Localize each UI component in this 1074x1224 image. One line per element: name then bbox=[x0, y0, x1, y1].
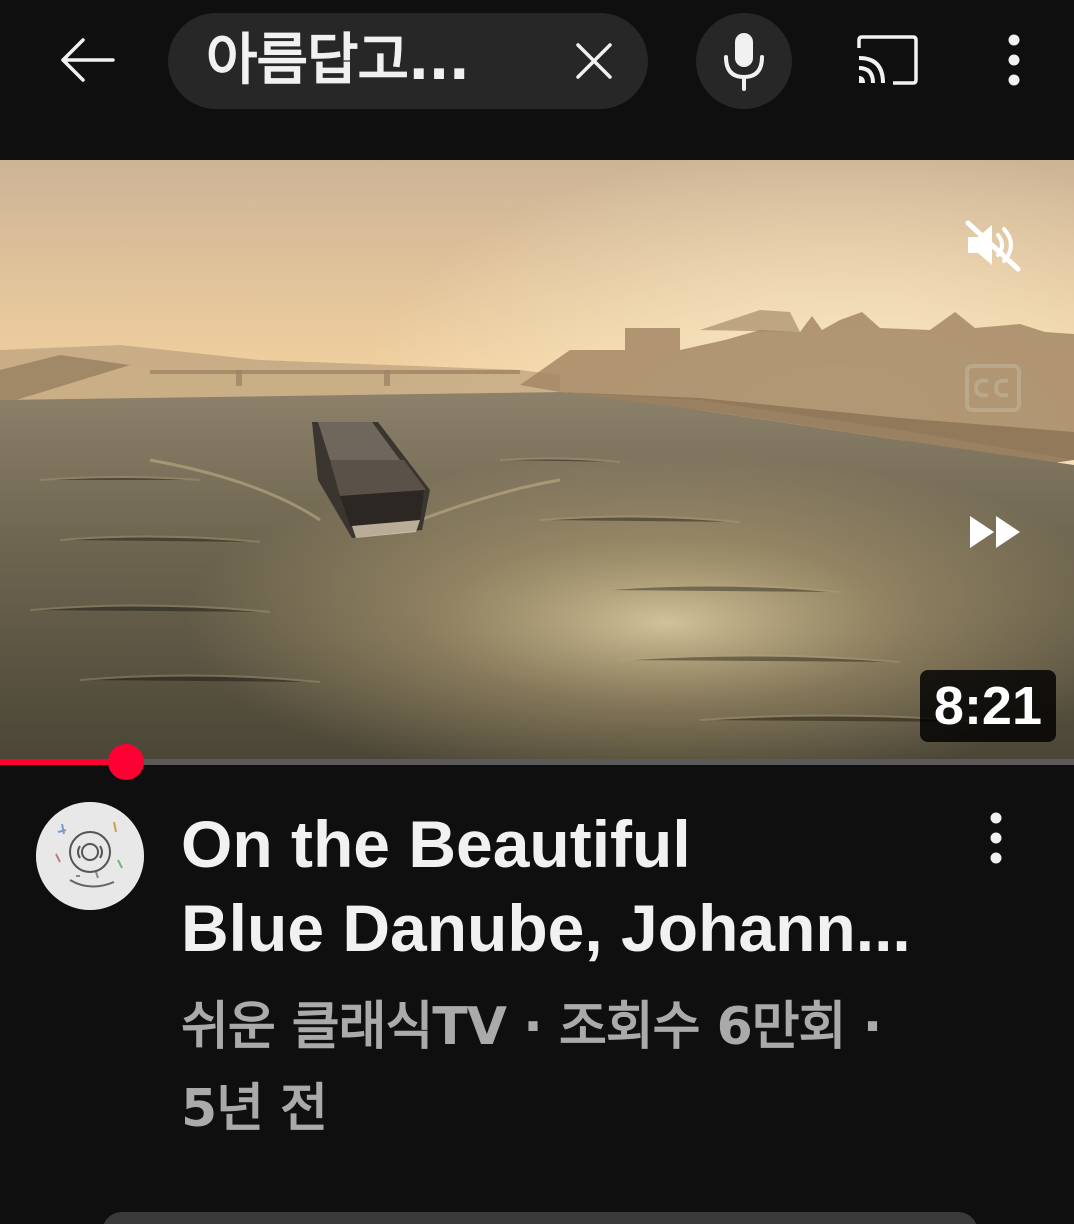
more-vertical-icon bbox=[990, 812, 1002, 864]
fast-forward-button[interactable] bbox=[962, 508, 1028, 556]
search-box[interactable]: 아름답고... bbox=[168, 13, 648, 109]
fast-forward-icon bbox=[970, 516, 1020, 548]
video-duration-badge: 8:21 bbox=[919, 670, 1056, 742]
top-app-bar: 아름답고... bbox=[0, 0, 1074, 130]
video-title[interactable]: On the Beautiful Blue Danube, Johann... bbox=[181, 802, 941, 970]
closed-captions-icon bbox=[965, 364, 1021, 412]
youtube-search-results: 아름답고... 8:21 On the Beautiful Blue Danub… bbox=[0, 0, 1074, 1224]
volume-off-icon bbox=[965, 220, 1021, 272]
search-query-text[interactable]: 아름답고... bbox=[206, 13, 470, 109]
video-options-button[interactable] bbox=[972, 806, 1020, 870]
voice-search-button[interactable] bbox=[696, 13, 792, 109]
video-progress-bar[interactable] bbox=[0, 744, 1074, 780]
video-frame bbox=[0, 160, 1074, 764]
video-metadata: 쉬운 클래식TV · 조회수 6만회 · 5년 전 bbox=[181, 986, 961, 1150]
clear-search-button[interactable] bbox=[570, 37, 618, 85]
back-button[interactable] bbox=[50, 28, 120, 92]
video-meta-line-2: 5년 전 bbox=[181, 1079, 328, 1139]
more-options-button[interactable] bbox=[990, 28, 1038, 92]
microphone-icon bbox=[724, 33, 764, 91]
arrow-left-icon bbox=[61, 38, 115, 82]
video-meta-line-1: 쉬운 클래식TV · 조회수 6만회 · bbox=[181, 997, 882, 1057]
progress-scrubber-handle[interactable] bbox=[108, 744, 144, 780]
mute-toggle-button[interactable] bbox=[958, 212, 1028, 278]
channel-avatar[interactable] bbox=[36, 802, 144, 910]
cast-button[interactable] bbox=[850, 28, 924, 92]
channel-logo-icon bbox=[36, 802, 144, 910]
video-title-line-1: On the Beautiful bbox=[181, 807, 691, 881]
captions-button[interactable] bbox=[962, 362, 1024, 414]
more-vertical-icon bbox=[1008, 34, 1020, 86]
close-icon bbox=[576, 43, 612, 79]
video-title-line-2: Blue Danube, Johann... bbox=[181, 891, 911, 965]
video-player[interactable]: 8:21 bbox=[0, 160, 1074, 764]
next-result-card[interactable] bbox=[102, 1212, 978, 1224]
cast-icon bbox=[857, 35, 918, 85]
